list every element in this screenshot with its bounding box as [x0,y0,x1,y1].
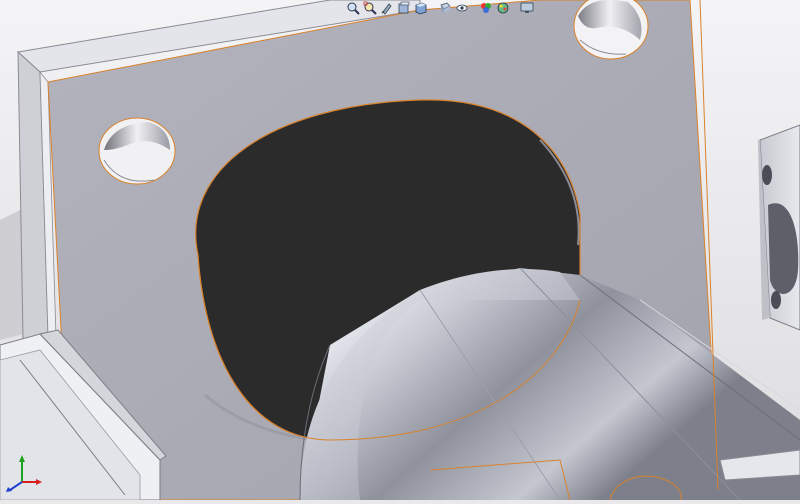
zoom-to-area-icon[interactable] [363,1,377,15]
view-settings-icon[interactable] [520,1,534,15]
apply-scene-icon[interactable] [496,1,510,15]
heads-up-view-toolbar [346,0,534,16]
section-view-icon[interactable] [397,1,411,15]
hide-show-items-icon[interactable] [455,1,469,15]
graphics-area[interactable] [0,0,800,501]
edit-appearance-icon[interactable] [479,1,493,15]
display-style-icon[interactable] [438,1,452,15]
model-render [0,0,800,501]
zoom-to-fit-icon[interactable] [346,1,360,15]
previous-view-icon[interactable] [380,1,394,15]
reference-triad-icon[interactable] [4,452,44,492]
view-orientation-icon[interactable] [414,1,428,15]
